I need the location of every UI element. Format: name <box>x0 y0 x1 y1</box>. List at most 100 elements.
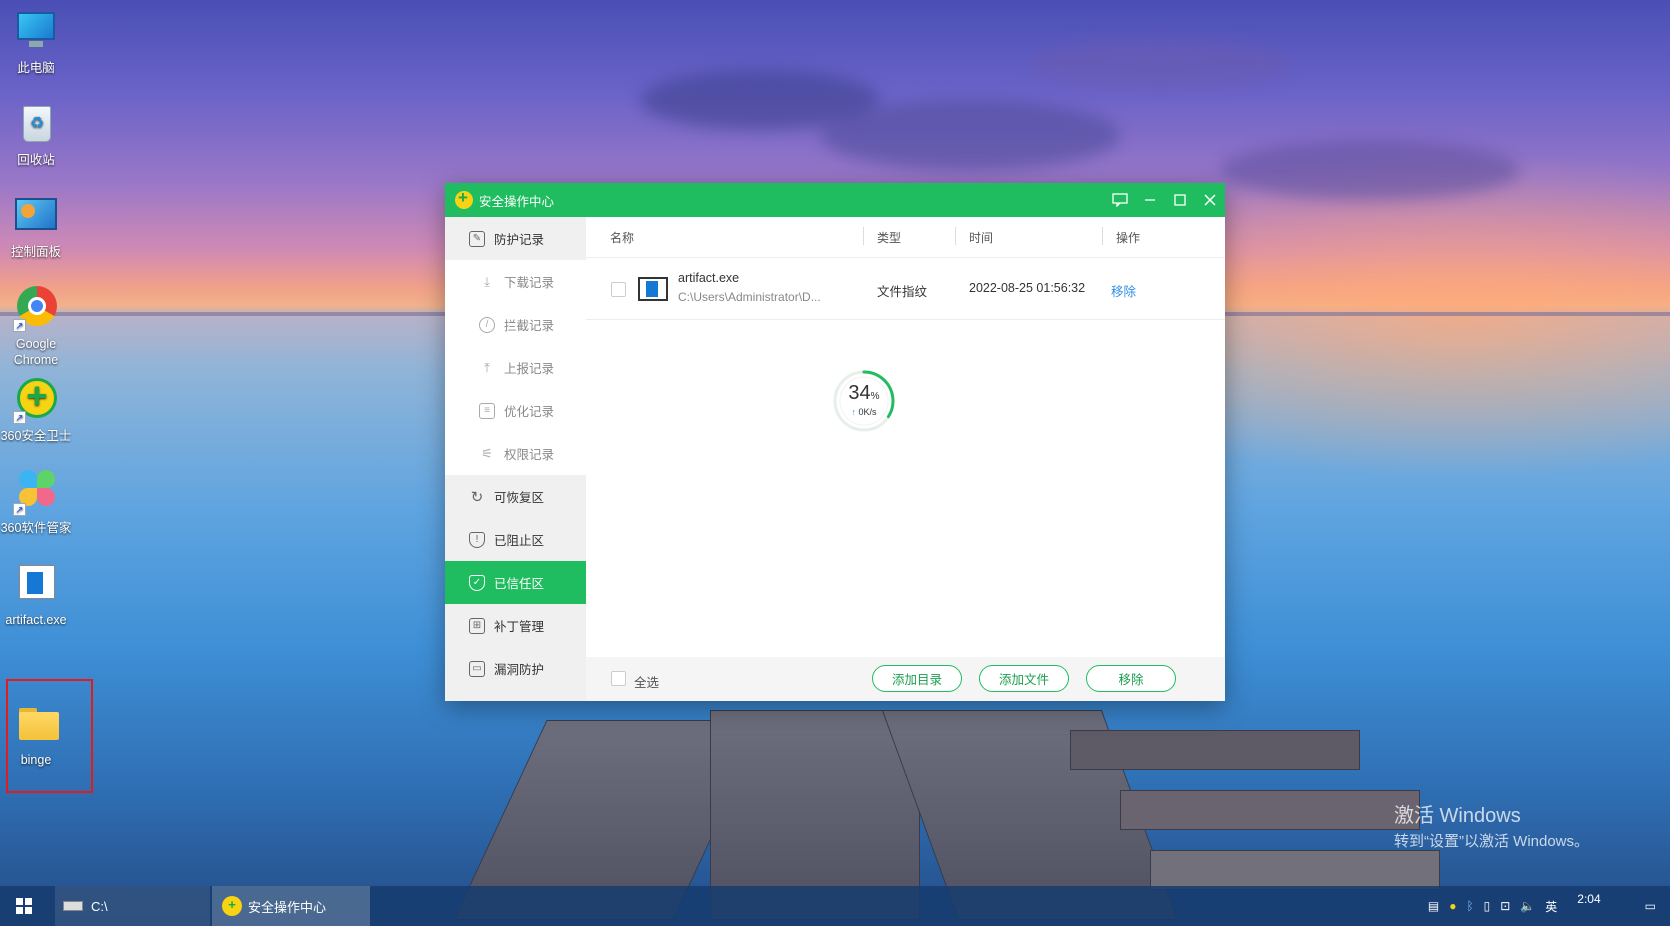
add-file-button[interactable]: 添加文件 <box>979 665 1069 692</box>
windows-logo-icon <box>16 898 32 914</box>
file-type: 文件指纹 <box>877 285 928 299</box>
taskbar-item-label: 安全操作中心 <box>248 899 327 915</box>
maximize-icon[interactable] <box>1165 183 1195 217</box>
control-panel-icon <box>13 194 59 240</box>
sidebar-item-recoverable-zone[interactable]: ↻ 可恢复区 <box>445 475 586 518</box>
remove-button[interactable]: 移除 <box>1086 665 1176 692</box>
shortcut-arrow-icon: ↗ <box>13 319 26 332</box>
ime-indicator[interactable]: 英 <box>1545 898 1557 915</box>
sidebar-item-block-records[interactable]: / 拦截记录 <box>445 303 586 346</box>
shortcut-arrow-icon: ↗ <box>13 411 26 424</box>
add-directory-button[interactable]: 添加目录 <box>872 665 962 692</box>
taskbar-item-explorer[interactable]: C:\ <box>55 886 210 926</box>
360-security-icon: + ↗ <box>13 375 59 424</box>
sidebar-item-optimize-records[interactable]: ≡ 优化记录 <box>445 389 586 432</box>
sliders-icon: ⚟ <box>481 445 493 461</box>
desktop-icon-label: 此电脑 <box>17 61 55 75</box>
360-security-icon <box>455 188 473 209</box>
sidebar-item-trusted-zone[interactable]: ✓ 已信任区 <box>445 561 586 604</box>
edit-icon: ✎ <box>469 230 485 247</box>
shortcut-arrow-icon: ↗ <box>13 503 26 516</box>
clock[interactable]: 2:04 <box>1577 892 1600 906</box>
column-header-action: 操作 <box>1101 226 1141 245</box>
system-tray: ▤ ● ᛒ ▯ ⊡ 🔈 英 2:04 ▭ <box>1418 886 1670 926</box>
select-all-label: 全选 <box>634 676 660 690</box>
drive-icon <box>63 901 83 911</box>
progress-speed: ↑ 0K/s <box>851 407 877 417</box>
column-header-time: 时间 <box>954 226 994 245</box>
sidebar-item-label: 补丁管理 <box>494 620 545 634</box>
taskbar-item-security-center[interactable]: + 安全操作中心 <box>212 886 370 926</box>
minimize-icon[interactable] <box>1135 183 1165 217</box>
sidebar-item-download-records[interactable]: ⤓ 下载记录 <box>445 260 586 303</box>
sidebar-item-vulnerability-protection[interactable]: ▭ 漏洞防护 <box>445 647 586 690</box>
desktop-icon-recycle-bin[interactable]: ♻ 回收站 <box>0 102 74 168</box>
grid-icon: ⊞ <box>469 617 485 634</box>
desktop-icon-360-software-manager[interactable]: ↗ 360软件管家 <box>0 470 74 536</box>
cloud <box>1030 40 1290 90</box>
taskbar-item-label: C:\ <box>91 898 108 914</box>
watermark-title: 激活 Windows <box>1394 805 1521 827</box>
column-header-name: 名称 <box>610 230 635 245</box>
sidebar-item-label: 已信任区 <box>494 577 545 591</box>
sidebar-item-label: 拦截记录 <box>504 319 555 333</box>
shield-icon: ! <box>469 531 485 548</box>
select-all-checkbox[interactable] <box>611 671 626 686</box>
selection-highlight-box <box>6 679 93 793</box>
exe-file-icon <box>13 562 59 608</box>
chrome-icon: ↗ <box>13 286 59 332</box>
desktop-icon-label: 360安全卫士 <box>0 429 72 443</box>
computer-icon <box>13 10 59 56</box>
usb-icon[interactable]: ▯ <box>1484 899 1491 913</box>
remove-link[interactable]: 移除 <box>1111 281 1136 300</box>
display-icon[interactable]: ⊡ <box>1500 899 1510 913</box>
restore-icon: ↻ <box>470 488 484 506</box>
column-header-type: 类型 <box>862 226 902 245</box>
upload-icon: ⤒ <box>484 359 490 375</box>
sidebar-item-label: 漏洞防护 <box>494 663 545 677</box>
volume-icon[interactable]: 🔈 <box>1520 899 1535 913</box>
main-panel: 名称 类型 时间 操作 artifact.exe C:\Users\Admini… <box>586 217 1225 701</box>
shield-check-icon: ✓ <box>469 574 485 591</box>
window-title: 安全操作中心 <box>479 194 555 209</box>
window-footer: 全选 添加目录 添加文件 移除 <box>586 657 1225 701</box>
file-time: 2022-08-25 01:56:32 <box>969 281 1086 295</box>
row-checkbox[interactable] <box>611 282 626 297</box>
network-icon[interactable]: ▤ <box>1428 899 1439 913</box>
sidebar-item-protection-records[interactable]: ✎ 防护记录 <box>445 217 586 260</box>
desktop-icon-control-panel[interactable]: 控制面板 <box>0 194 74 260</box>
desktop-icon-label: artifact.exe <box>5 613 67 627</box>
bluetooth-icon[interactable]: ᛒ <box>1466 899 1473 913</box>
desktop-icon-label: Google Chrome <box>13 337 59 367</box>
desktop-icon-360-security[interactable]: + ↗ 360安全卫士 <box>0 375 74 444</box>
taskbar: C:\ + 安全操作中心 ▤ ● ᛒ ▯ ⊡ 🔈 英 2:04 ▭ <box>0 886 1670 926</box>
sidebar-item-patch-management[interactable]: ⊞ 补丁管理 <box>445 604 586 647</box>
sidebar-item-report-records[interactable]: ⤒ 上报记录 <box>445 346 586 389</box>
desktop-icon-label: 控制面板 <box>10 245 61 259</box>
sidebar-item-label: 优化记录 <box>504 405 555 419</box>
desktop-icon-chrome[interactable]: ↗ Google Chrome <box>0 286 74 368</box>
file-name: artifact.exe <box>678 271 740 285</box>
feedback-icon[interactable] <box>1105 183 1135 217</box>
sidebar-item-permission-records[interactable]: ⚟ 权限记录 <box>445 432 586 475</box>
desktop-icon-artifact-exe[interactable]: artifact.exe <box>0 562 74 628</box>
exe-file-icon <box>638 277 668 301</box>
sidebar-item-label: 上报记录 <box>504 362 555 376</box>
download-icon: ⤓ <box>484 273 490 289</box>
window-titlebar[interactable]: 安全操作中心 <box>445 183 1225 217</box>
360-tray-icon[interactable]: ● <box>1449 899 1456 913</box>
cloud <box>1220 140 1520 200</box>
block-icon: / <box>479 316 495 333</box>
close-icon[interactable] <box>1195 183 1225 217</box>
sidebar-item-label: 权限记录 <box>504 448 555 462</box>
cloud <box>820 100 1120 170</box>
desktop-icon-this-pc[interactable]: 此电脑 <box>0 10 74 76</box>
security-center-window: 安全操作中心 ✎ 防护记录 ⤓ 下载记录 / 拦截记录 ⤒ 上报记录 <box>445 183 1225 701</box>
notification-icon[interactable]: ▭ <box>1645 899 1656 913</box>
monitor-icon: ▭ <box>469 660 485 677</box>
sidebar-item-blocked-zone[interactable]: ! 已阻止区 <box>445 518 586 561</box>
360-software-manager-icon: ↗ <box>13 470 59 516</box>
file-path: C:\Users\Administrator\D... <box>678 290 821 304</box>
start-button[interactable] <box>0 886 48 926</box>
table-row[interactable]: artifact.exe C:\Users\Administrator\D...… <box>586 258 1225 320</box>
